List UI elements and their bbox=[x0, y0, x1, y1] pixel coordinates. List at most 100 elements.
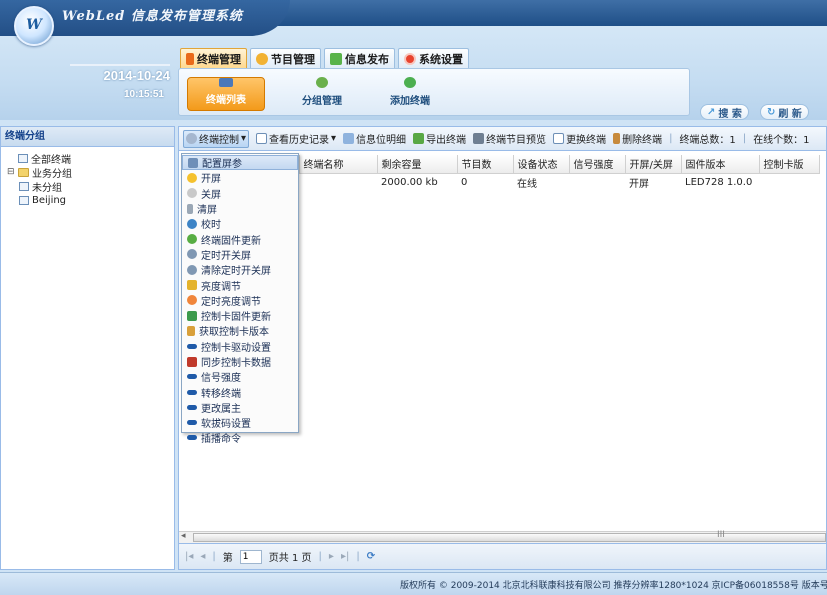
first-page-icon[interactable]: |◂ bbox=[185, 551, 193, 562]
toolbar-separator: | bbox=[669, 133, 673, 144]
replace-terminal-button[interactable]: 更换终端 bbox=[553, 131, 606, 146]
last-page-icon[interactable]: ▸| bbox=[341, 551, 349, 562]
terminal-node-icon bbox=[18, 153, 28, 163]
menu-item-firmware-update[interactable]: 终端固件更新 bbox=[182, 231, 298, 247]
tree-label: 业务分组 bbox=[32, 168, 72, 180]
refresh-icon[interactable]: ⟳ bbox=[367, 551, 375, 562]
refresh-button[interactable]: ↻ 刷 新 bbox=[760, 104, 809, 120]
tree-node-all[interactable]: 全部终端 bbox=[7, 151, 174, 166]
delete-terminal-button[interactable]: 删除终端 bbox=[613, 131, 662, 146]
program-preview-button[interactable]: 终端节目预览 bbox=[473, 131, 546, 146]
program-icon bbox=[256, 52, 268, 65]
view-history-button[interactable]: 查看历史记录 ▾ bbox=[256, 131, 336, 146]
menu-item-configure-screen[interactable]: 配置屏参 bbox=[182, 155, 298, 171]
menu-item-sync-card[interactable]: 同步控制卡数据 bbox=[182, 354, 298, 369]
column-header[interactable]: 节目数 bbox=[457, 155, 514, 174]
tree-node-beijing[interactable]: Beijing bbox=[7, 193, 174, 207]
menu-item-change-owner[interactable]: 更改属主 bbox=[182, 400, 298, 415]
tab-program-management[interactable]: 节目管理 bbox=[250, 48, 321, 68]
subnav-label: 分组管理 bbox=[302, 96, 342, 107]
scroll-grip-icon: III bbox=[717, 530, 725, 540]
screen-config-icon bbox=[188, 157, 198, 168]
sync-icon bbox=[187, 356, 197, 367]
menu-item-card-version[interactable]: 获取控制卡版本 bbox=[182, 323, 298, 338]
column-header[interactable]: 终端名称 bbox=[299, 155, 378, 174]
menu-item-label: 终端固件更新 bbox=[201, 235, 261, 247]
prev-page-icon[interactable]: ◂ bbox=[200, 551, 205, 562]
terminal-control-button[interactable]: 终端控制 ▾ bbox=[183, 129, 250, 148]
search-button[interactable]: ↗ 搜 索 bbox=[700, 104, 749, 120]
horizontal-scrollbar[interactable]: ◂ III bbox=[179, 530, 826, 543]
globe-icon bbox=[187, 234, 197, 245]
column-header[interactable]: 控制卡版 bbox=[759, 155, 820, 174]
menu-item-insert-command[interactable]: 插播命令 bbox=[182, 430, 298, 445]
subnav-terminal-list[interactable]: 终端列表 bbox=[187, 77, 265, 111]
tab-label: 节目管理 bbox=[271, 52, 315, 66]
search-icon: ↗ bbox=[707, 106, 716, 118]
tab-system-settings[interactable]: 系统设置 bbox=[398, 48, 469, 68]
clock-time: 10:15:51 bbox=[123, 89, 164, 100]
next-page-icon[interactable]: ▸ bbox=[329, 551, 334, 562]
menu-item-sync-time[interactable]: 校时 bbox=[182, 216, 298, 231]
document-icon bbox=[256, 133, 268, 144]
page-suffix: 页共 1 页 bbox=[268, 553, 312, 564]
menu-item-screen-on[interactable]: 开屏 bbox=[182, 170, 298, 185]
menu-item-screen-off[interactable]: 关屏 bbox=[182, 186, 298, 201]
toolbar-label: 信息位明细 bbox=[356, 135, 407, 146]
bulb-on-icon bbox=[187, 172, 197, 183]
menu-item-brightness[interactable]: 亮度调节 bbox=[182, 277, 298, 293]
menu-item-label: 同步控制卡数据 bbox=[201, 358, 271, 369]
table-cell: LED728 1.0.0 bbox=[685, 176, 753, 188]
page-input[interactable] bbox=[239, 549, 262, 564]
left-panel: 终端分组 全部终端 ⊟ 业务分组 未分组 Beijing bbox=[0, 126, 175, 570]
column-header[interactable]: 剩余容量 bbox=[377, 155, 458, 174]
footer: 版权所有 © 2009-2014 北京北科联康科技有限公司 推荐分辨率1280*… bbox=[0, 572, 827, 595]
info-detail-button[interactable]: 信息位明细 bbox=[343, 131, 406, 146]
menu-item-timed-power[interactable]: 定时开关屏 bbox=[182, 247, 298, 262]
menu-item-label: 开屏 bbox=[201, 174, 221, 186]
menu-item-signal[interactable]: 信号强度 bbox=[182, 369, 298, 384]
collapse-toggle-icon[interactable]: ⊟ bbox=[7, 167, 15, 177]
menu-item-label: 插播命令 bbox=[201, 434, 241, 446]
menu-item-label: 亮度调节 bbox=[201, 281, 241, 293]
online-count: 在线个数：1 bbox=[753, 135, 810, 146]
broom-icon bbox=[187, 203, 193, 214]
column-header[interactable]: 固件版本 bbox=[681, 155, 760, 174]
menu-item-card-driver[interactable]: 控制卡驱动设置 bbox=[182, 339, 298, 354]
settings-icon bbox=[404, 52, 416, 65]
menu-item-transfer[interactable]: 转移终端 bbox=[182, 384, 298, 400]
menu-item-clear-timed-power[interactable]: 清除定时开关屏 bbox=[182, 262, 298, 277]
clock: 2014-10-24 10:15:51 bbox=[40, 64, 171, 100]
clock-date: 2014-10-24 bbox=[103, 68, 171, 83]
refresh-label: 刷 新 bbox=[778, 108, 802, 120]
bulb-off-icon bbox=[187, 188, 197, 199]
wrench-icon bbox=[187, 325, 195, 336]
detail-icon bbox=[343, 133, 355, 144]
export-terminal-button[interactable]: 导出终端 bbox=[413, 131, 466, 146]
tab-terminal-management[interactable]: 终端管理 bbox=[180, 48, 247, 68]
column-header[interactable]: 开屏/关屏 bbox=[625, 155, 682, 174]
tree-node-business[interactable]: ⊟ 业务分组 bbox=[7, 165, 174, 180]
tree-node-ungrouped[interactable]: 未分组 bbox=[7, 179, 174, 194]
menu-item-timed-brightness[interactable]: 定时亮度调节 bbox=[182, 293, 298, 308]
column-header[interactable]: 信号强度 bbox=[569, 155, 626, 174]
tab-info-publish[interactable]: 信息发布 bbox=[324, 48, 395, 68]
menu-item-card-firmware[interactable]: 控制卡固件更新 bbox=[182, 308, 298, 323]
menu-item-clear-screen[interactable]: 清屏 bbox=[182, 201, 298, 216]
refresh-icon: ↻ bbox=[767, 106, 776, 118]
table-cell: 0 bbox=[461, 176, 468, 188]
toolbar-label: 终端控制 bbox=[199, 135, 239, 146]
pager: |◂ ◂ | 第 页共 1 页 | ▸ ▸| | ⟳ bbox=[179, 543, 826, 569]
terminal-total: 终端总数：1 bbox=[679, 135, 736, 146]
menu-item-label: 配置屏参 bbox=[202, 159, 242, 171]
menu-item-dip-switch[interactable]: 软拔码设置 bbox=[182, 415, 298, 430]
subnav-add-terminal[interactable]: 添加终端 bbox=[373, 77, 447, 111]
scrollbar-thumb[interactable] bbox=[193, 533, 826, 542]
preview-icon bbox=[473, 133, 485, 144]
timed-brightness-icon bbox=[187, 295, 197, 306]
scroll-left-icon[interactable]: ◂ bbox=[181, 531, 186, 541]
column-header[interactable]: 设备状态 bbox=[513, 155, 570, 174]
subnav-group-management[interactable]: 分组管理 bbox=[287, 77, 357, 111]
folder-icon bbox=[18, 167, 29, 177]
bar-icon bbox=[187, 435, 197, 441]
